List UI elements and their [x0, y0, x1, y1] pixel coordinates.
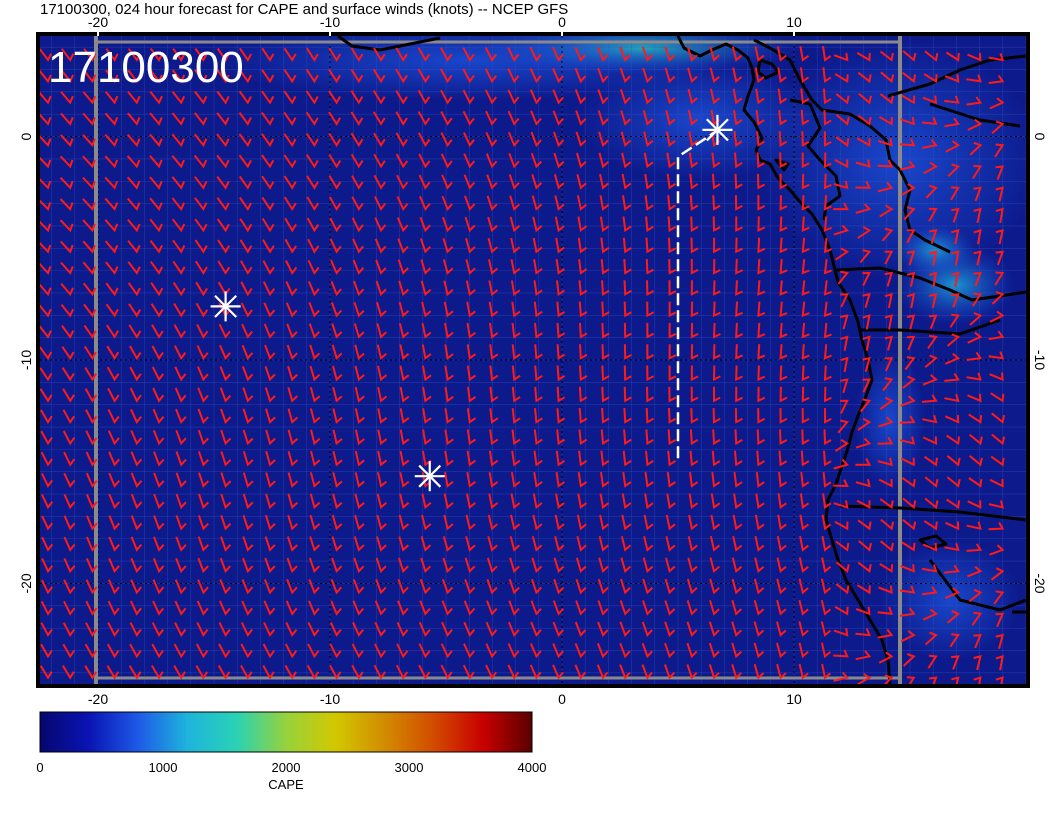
lat-tick-label-left: -20 — [18, 573, 34, 593]
colorbar-tick-label: 3000 — [395, 760, 424, 775]
storm-marker — [702, 114, 733, 145]
storm-marker — [210, 291, 241, 322]
lon-tick-label-top: -20 — [88, 14, 108, 30]
lat-tick-label-left: -10 — [18, 350, 34, 370]
lon-tick-label-bottom: 10 — [786, 691, 802, 707]
lon-tick-label-top: 0 — [558, 14, 566, 30]
cape-colorbar — [39, 711, 533, 753]
colorbar-tick-label: 4000 — [518, 760, 547, 775]
lon-tick-label-bottom: 0 — [558, 691, 566, 707]
colorbar-tick-label: 0 — [36, 760, 43, 775]
lat-tick-label-left: 0 — [18, 132, 34, 140]
colorbar-tick-label: 2000 — [272, 760, 301, 775]
lon-tick-label-top: -10 — [320, 14, 340, 30]
lon-tick-label-bottom: -10 — [320, 691, 340, 707]
lat-tick-label-right: -10 — [1032, 350, 1048, 370]
map-area — [40, 36, 1026, 684]
colorbar-label: CAPE — [268, 777, 304, 792]
colorbar-tick-label: 1000 — [149, 760, 178, 775]
lat-tick-label-right: -20 — [1032, 573, 1048, 593]
figure-title: 17100300, 024 hour forecast for CAPE and… — [40, 1, 568, 18]
date-stamp: 17100300 — [48, 43, 244, 92]
lon-tick-label-top: 10 — [786, 14, 802, 30]
lat-tick-label-right: 0 — [1032, 133, 1048, 141]
forecast-map-figure: 17100300, 024 hour forecast for CAPE and… — [18, 1, 1048, 792]
colorbar-ticks: 0 1000 2000 3000 4000 — [36, 760, 546, 775]
storm-marker — [414, 461, 445, 492]
lon-tick-label-bottom: -20 — [88, 691, 108, 707]
